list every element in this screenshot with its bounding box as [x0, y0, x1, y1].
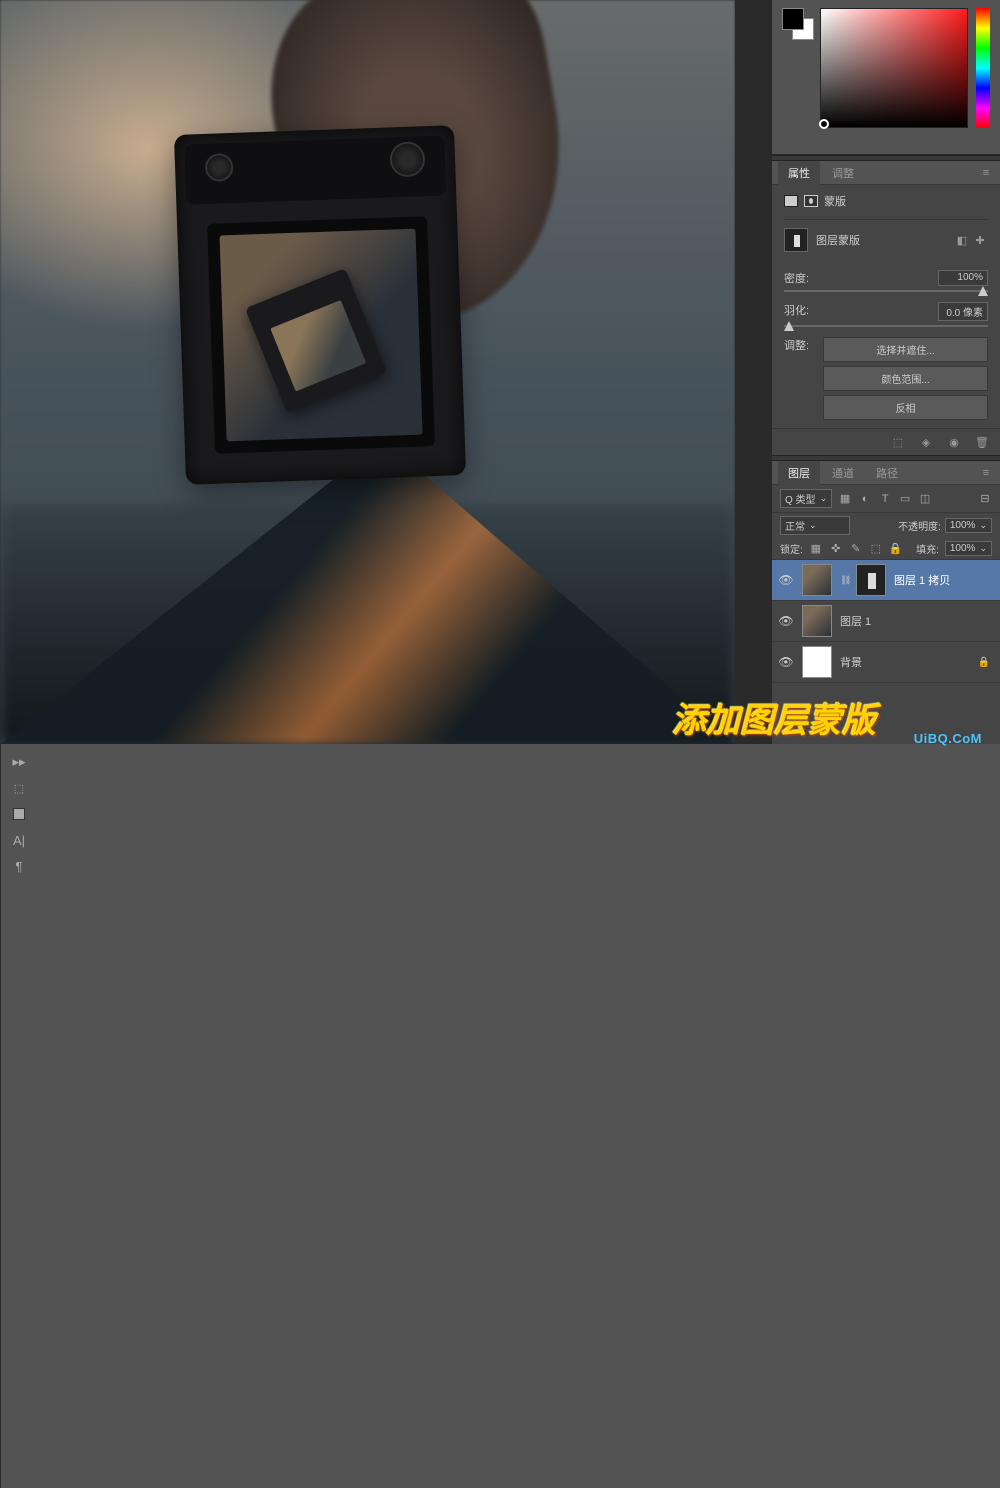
fill-label: 填充:	[916, 541, 939, 556]
feather-input[interactable]: 0.0 像素	[938, 302, 988, 321]
density-slider[interactable]	[784, 290, 988, 292]
swatch-icon[interactable]	[8, 804, 30, 824]
layer-thumbnail[interactable]	[802, 605, 832, 637]
type-tool-icon[interactable]: A|	[8, 830, 30, 850]
layer-item[interactable]: 👁 ⛓ 图层 1 拷贝	[772, 560, 1000, 601]
foreground-background-swatches[interactable]	[782, 8, 812, 146]
color-field[interactable]	[820, 8, 968, 128]
visibility-toggle[interactable]: 👁	[778, 614, 794, 628]
collapse-icon[interactable]: ▸▸	[8, 752, 30, 772]
filter-smart-icon[interactable]: ◫	[918, 492, 932, 506]
layers-panel: Q 类型 ▦ ◐ T ▭ ◫ ⊟ 正常 不透明度: 100% 锁定: ▦ ✜ ✎…	[772, 485, 1000, 744]
apply-mask-icon[interactable]: ◈	[918, 435, 934, 449]
home-icon[interactable]: ⬚	[8, 778, 30, 798]
tab-channels[interactable]: 通道	[822, 461, 864, 485]
panel-menu-icon[interactable]: ≡	[978, 166, 994, 180]
fill-input[interactable]: 100%	[945, 541, 992, 556]
mask-thumbnail[interactable]	[784, 228, 808, 252]
layer-list: 👁 ⛓ 图层 1 拷贝 👁 图层 1 👁 背景 🔒	[772, 560, 1000, 744]
lock-all-icon[interactable]: 🔒	[889, 542, 903, 556]
lock-paint-icon[interactable]: ✎	[849, 542, 863, 556]
layer-mask-thumbnail[interactable]	[856, 564, 886, 596]
pixel-mask-icon	[784, 195, 798, 207]
layers-menu-icon[interactable]: ≡	[978, 466, 994, 480]
filter-shape-icon[interactable]: ▭	[898, 492, 912, 506]
hue-slider[interactable]	[976, 8, 990, 128]
foreground-swatch[interactable]	[782, 8, 804, 30]
opacity-input[interactable]: 100%	[945, 518, 992, 533]
add-mask-icon[interactable]: ✚	[972, 233, 988, 247]
photo-camera	[174, 125, 466, 485]
color-panel	[772, 0, 1000, 155]
mask-footer: ⬚ ◈ ◉ 🗑	[772, 428, 1000, 455]
delete-mask-icon[interactable]: 🗑	[974, 435, 990, 449]
layer-thumbnail[interactable]	[802, 646, 832, 678]
layer-item[interactable]: 👁 图层 1	[772, 601, 1000, 642]
filter-type-icon[interactable]: T	[878, 492, 892, 506]
visibility-toggle[interactable]: 👁	[778, 655, 794, 669]
filter-toggle-icon[interactable]: ⊟	[978, 492, 992, 506]
lock-artboard-icon[interactable]: ⬚	[869, 542, 883, 556]
layer-name[interactable]: 背景	[840, 654, 970, 670]
layer-name[interactable]: 图层 1 拷贝	[894, 572, 994, 588]
filter-adjust-icon[interactable]: ◐	[858, 492, 872, 506]
tab-adjustments[interactable]: 调整	[822, 161, 864, 185]
layer-filter-dropdown[interactable]: Q 类型	[780, 489, 832, 508]
paragraph-icon[interactable]: ¶	[8, 856, 30, 876]
tab-layers[interactable]: 图层	[778, 461, 820, 485]
select-and-mask-button[interactable]: 选择并遮住...	[823, 337, 988, 362]
disable-mask-icon[interactable]: ◉	[946, 435, 962, 449]
layer-name[interactable]: 图层 1	[840, 613, 994, 629]
load-selection-icon[interactable]: ⬚	[890, 435, 906, 449]
lock-icon: 🔒	[978, 657, 990, 668]
mask-title: 蒙版	[824, 193, 846, 209]
invert-button[interactable]: 反相	[823, 395, 988, 420]
visibility-toggle[interactable]: 👁	[778, 573, 794, 587]
tab-paths[interactable]: 路径	[866, 461, 908, 485]
feather-label: 羽化:	[784, 302, 809, 321]
canvas-area[interactable]: ▸▸ ⬚ A| ¶	[0, 0, 772, 744]
tab-properties[interactable]: 属性	[778, 161, 820, 185]
properties-panel: 蒙版 图层蒙版 ◧ ✚ 密度: 100% 羽化: 0.0 像素	[772, 185, 1000, 428]
lock-position-icon[interactable]: ✜	[829, 542, 843, 556]
vertical-toolbar: ▸▸ ⬚ A| ¶	[0, 744, 37, 1488]
blend-mode-dropdown[interactable]: 正常	[780, 516, 850, 535]
vector-mask-icon	[804, 195, 818, 207]
color-range-button[interactable]: 颜色范围...	[823, 366, 988, 391]
link-icon[interactable]: ⛓	[840, 575, 848, 586]
adjust-label: 调整:	[784, 337, 809, 353]
properties-tabs: 属性 调整 ≡	[772, 161, 1000, 185]
select-mask-icon[interactable]: ◧	[954, 233, 970, 247]
feather-slider[interactable]	[784, 325, 988, 327]
mask-type-label: 图层蒙版	[816, 232, 860, 248]
density-input[interactable]: 100%	[938, 270, 988, 286]
lock-pixels-icon[interactable]: ▦	[809, 542, 823, 556]
layer-thumbnail[interactable]	[802, 564, 832, 596]
opacity-label: 不透明度:	[898, 518, 941, 533]
document-canvas[interactable]	[0, 0, 735, 744]
lock-label: 锁定:	[780, 541, 803, 556]
layers-tabs: 图层 通道 路径 ≡	[772, 461, 1000, 485]
density-label: 密度:	[784, 270, 809, 286]
right-panels: 属性 调整 ≡ 蒙版 图层蒙版 ◧ ✚ 密度: 100%	[772, 0, 1000, 744]
filter-image-icon[interactable]: ▦	[838, 492, 852, 506]
layer-item[interactable]: 👁 背景 🔒	[772, 642, 1000, 683]
